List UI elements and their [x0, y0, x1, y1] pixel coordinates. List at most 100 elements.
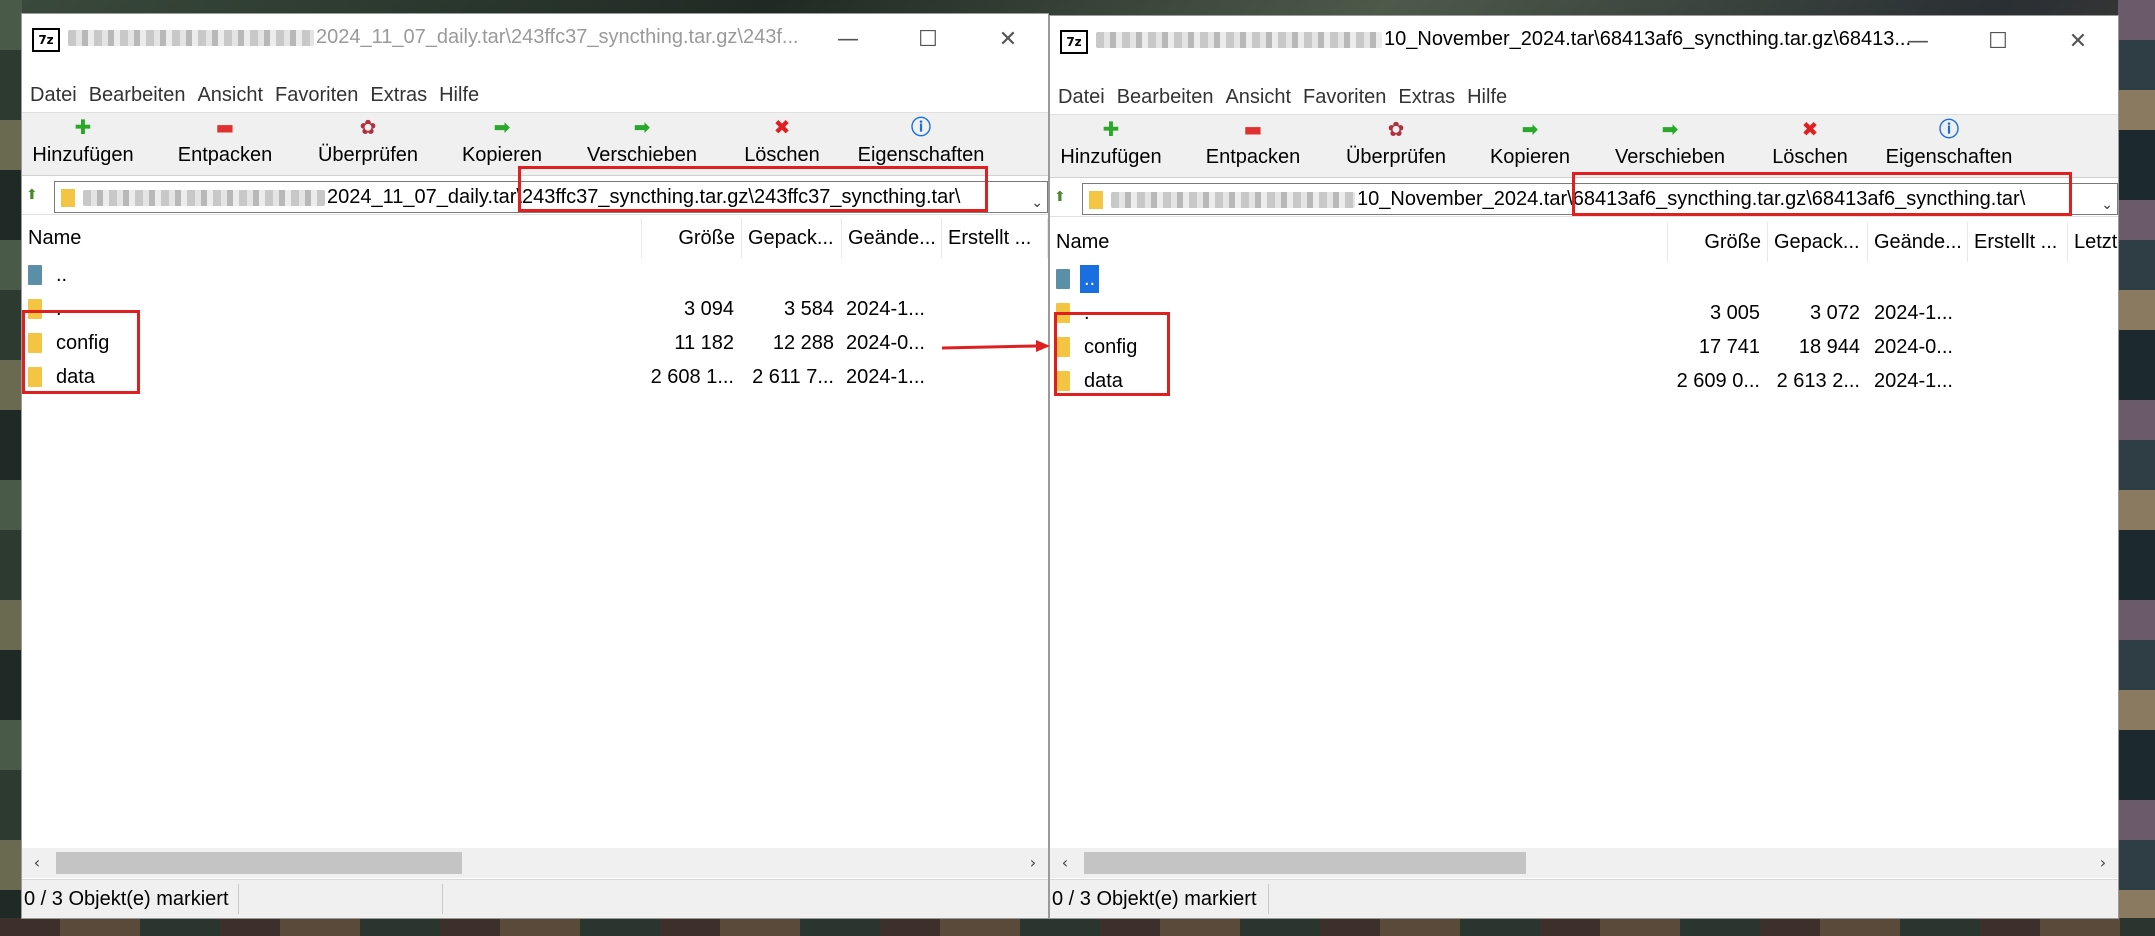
copy-icon: ➡	[1521, 117, 1539, 141]
add-button[interactable]: ✚ Hinzufügen	[26, 113, 140, 175]
title-bar[interactable]: 7z 10_November_2024.tar\68413af6_syncthi…	[1050, 16, 2118, 66]
redacted-path	[1096, 31, 1382, 48]
menu-bearbeiten[interactable]: Bearbeiten	[1111, 82, 1220, 112]
highlight-box-path	[518, 166, 988, 212]
delete-icon: ✖	[1801, 117, 1819, 141]
folder-up-icon[interactable]: ⬆	[1054, 189, 1070, 207]
move-icon: ➡	[1661, 117, 1679, 141]
list-header: Name Größe Gepack... Geände... Erstellt …	[1050, 222, 2118, 262]
folder-up-icon[interactable]: ⬆	[26, 187, 42, 205]
selected-item[interactable]: ..	[1080, 265, 1100, 293]
horizontal-scrollbar[interactable]: ‹ ›	[22, 848, 1048, 878]
parent-folder-icon	[28, 265, 42, 285]
column-size[interactable]: Größe	[1668, 222, 1768, 262]
annotation-arrow	[942, 340, 1050, 352]
menu-bearbeiten[interactable]: Bearbeiten	[83, 80, 192, 110]
status-text: 0 / 3 Objekt(e) markiert	[1052, 888, 1257, 910]
archive-window-left: 7z 2024_11_07_daily.tar\243ffc37_syncthi…	[22, 14, 1048, 918]
column-created[interactable]: Erstellt ...	[942, 218, 1048, 258]
menu-ansicht[interactable]: Ansicht	[191, 80, 269, 110]
list-item[interactable]: data 2 609 0... 2 613 2... 2024-1...	[1050, 364, 2118, 398]
status-bar: 0 / 3 Objekt(e) markiert	[22, 879, 1048, 918]
folder-icon	[1089, 190, 1103, 209]
menu-datei[interactable]: Datei	[24, 80, 83, 110]
desktop-background-right	[2118, 0, 2155, 936]
list-item[interactable]: config 11 182 12 288 2024-0...	[22, 326, 1048, 360]
horizontal-scrollbar[interactable]: ‹ ›	[1050, 848, 2118, 878]
menu-hilfe[interactable]: Hilfe	[433, 80, 485, 110]
copy-button[interactable]: ➡ Kopieren	[1482, 115, 1578, 177]
status-text: 0 / 3 Objekt(e) markiert	[24, 888, 229, 910]
extract-icon: ▬	[215, 115, 235, 139]
column-modified[interactable]: Geände...	[842, 218, 942, 258]
minimize-button[interactable]: —	[808, 14, 888, 64]
parent-folder-icon	[1056, 269, 1070, 289]
maximize-button[interactable]: ☐	[888, 14, 968, 64]
status-divider	[238, 884, 239, 914]
column-modified[interactable]: Geände...	[1868, 222, 1968, 262]
redacted-path	[1111, 191, 1355, 208]
menu-bar: Datei Bearbeiten Ansicht Favoriten Extra…	[1052, 82, 1513, 112]
menu-extras[interactable]: Extras	[1392, 82, 1461, 112]
menu-datei[interactable]: Datei	[1052, 82, 1111, 112]
archive-window-right: 7z 10_November_2024.tar\68413af6_syncthi…	[1050, 16, 2118, 918]
redacted-path	[68, 29, 314, 46]
column-created[interactable]: Erstellt ...	[1968, 222, 2068, 262]
properties-button[interactable]: ⓘ Eigenschaften	[1874, 115, 2024, 177]
status-divider	[1268, 884, 1269, 914]
column-last-access[interactable]: Letzt	[2068, 222, 2118, 262]
desktop-background-bottom	[0, 918, 2155, 936]
test-button[interactable]: ✿ Überprüfen	[308, 113, 428, 175]
column-packed[interactable]: Gepack...	[742, 218, 842, 258]
minimize-button[interactable]: —	[1878, 16, 1958, 66]
scroll-left-icon[interactable]: ‹	[22, 848, 52, 878]
chevron-down-icon[interactable]: ⌄	[2101, 190, 2113, 214]
extract-button[interactable]: ▬ Entpacken	[1200, 115, 1306, 177]
maximize-button[interactable]: ☐	[1958, 16, 2038, 66]
app-7zip-icon: 7z	[32, 28, 60, 52]
column-size[interactable]: Größe	[642, 218, 742, 258]
info-icon: ⓘ	[1939, 117, 1959, 141]
menu-favoriten[interactable]: Favoriten	[1297, 82, 1392, 112]
column-packed[interactable]: Gepack...	[1768, 222, 1868, 262]
scroll-right-icon[interactable]: ›	[1018, 848, 1048, 878]
add-button[interactable]: ✚ Hinzufügen	[1054, 115, 1168, 177]
scroll-left-icon[interactable]: ‹	[1050, 848, 1080, 878]
scrollbar-thumb[interactable]	[1084, 852, 1526, 874]
scroll-right-icon[interactable]: ›	[2088, 848, 2118, 878]
scrollbar-thumb[interactable]	[56, 852, 462, 874]
list-item[interactable]: ..	[1050, 262, 2118, 296]
list-item[interactable]: . 3 005 3 072 2024-1...	[1050, 296, 2118, 330]
extract-button[interactable]: ▬ Entpacken	[172, 113, 278, 175]
test-button[interactable]: ✿ Überprüfen	[1336, 115, 1456, 177]
list-item[interactable]: config 17 741 18 944 2024-0...	[1050, 330, 2118, 364]
column-name[interactable]: Name	[22, 218, 642, 258]
add-icon: ✚	[1102, 117, 1120, 141]
move-button[interactable]: ➡ Verschieben	[1608, 115, 1732, 177]
desktop-background-left	[0, 0, 22, 936]
title-bar[interactable]: 7z 2024_11_07_daily.tar\243ffc37_syncthi…	[22, 14, 1048, 64]
status-bar: 0 / 3 Objekt(e) markiert	[1050, 879, 2118, 918]
close-button[interactable]: ✕	[968, 14, 1048, 64]
highlight-box-folders	[22, 310, 140, 394]
list-item[interactable]: . 3 094 3 584 2024-1...	[22, 292, 1048, 326]
file-list: .. . 3 005 3 072 2024-1... config 17 741…	[1050, 262, 2118, 398]
highlight-box-folders	[1054, 312, 1170, 396]
app-7zip-icon: 7z	[1060, 30, 1088, 54]
menu-hilfe[interactable]: Hilfe	[1461, 82, 1513, 112]
copy-icon: ➡	[493, 115, 511, 139]
toolbar: ✚ Hinzufügen ▬ Entpacken ✿ Überprüfen ➡ Kopi…	[1050, 114, 2118, 178]
delete-button[interactable]: ✖ Löschen	[1762, 115, 1858, 177]
window-title: 10_November_2024.tar\68413af6_syncthing.…	[1096, 28, 1916, 51]
menu-ansicht[interactable]: Ansicht	[1219, 82, 1297, 112]
test-icon: ✿	[359, 115, 377, 139]
list-item[interactable]: ..	[22, 258, 1048, 292]
menu-extras[interactable]: Extras	[364, 80, 433, 110]
menu-favoriten[interactable]: Favoriten	[269, 80, 364, 110]
list-item[interactable]: data 2 608 1... 2 611 7... 2024-1...	[22, 360, 1048, 394]
window-title: 2024_11_07_daily.tar\243ffc37_syncthing.…	[68, 26, 848, 49]
chevron-down-icon[interactable]: ⌄	[1031, 188, 1043, 212]
close-button[interactable]: ✕	[2038, 16, 2118, 66]
column-name[interactable]: Name	[1050, 222, 1668, 262]
list-header: Name Größe Gepack... Geände... Erstellt …	[22, 218, 1048, 258]
